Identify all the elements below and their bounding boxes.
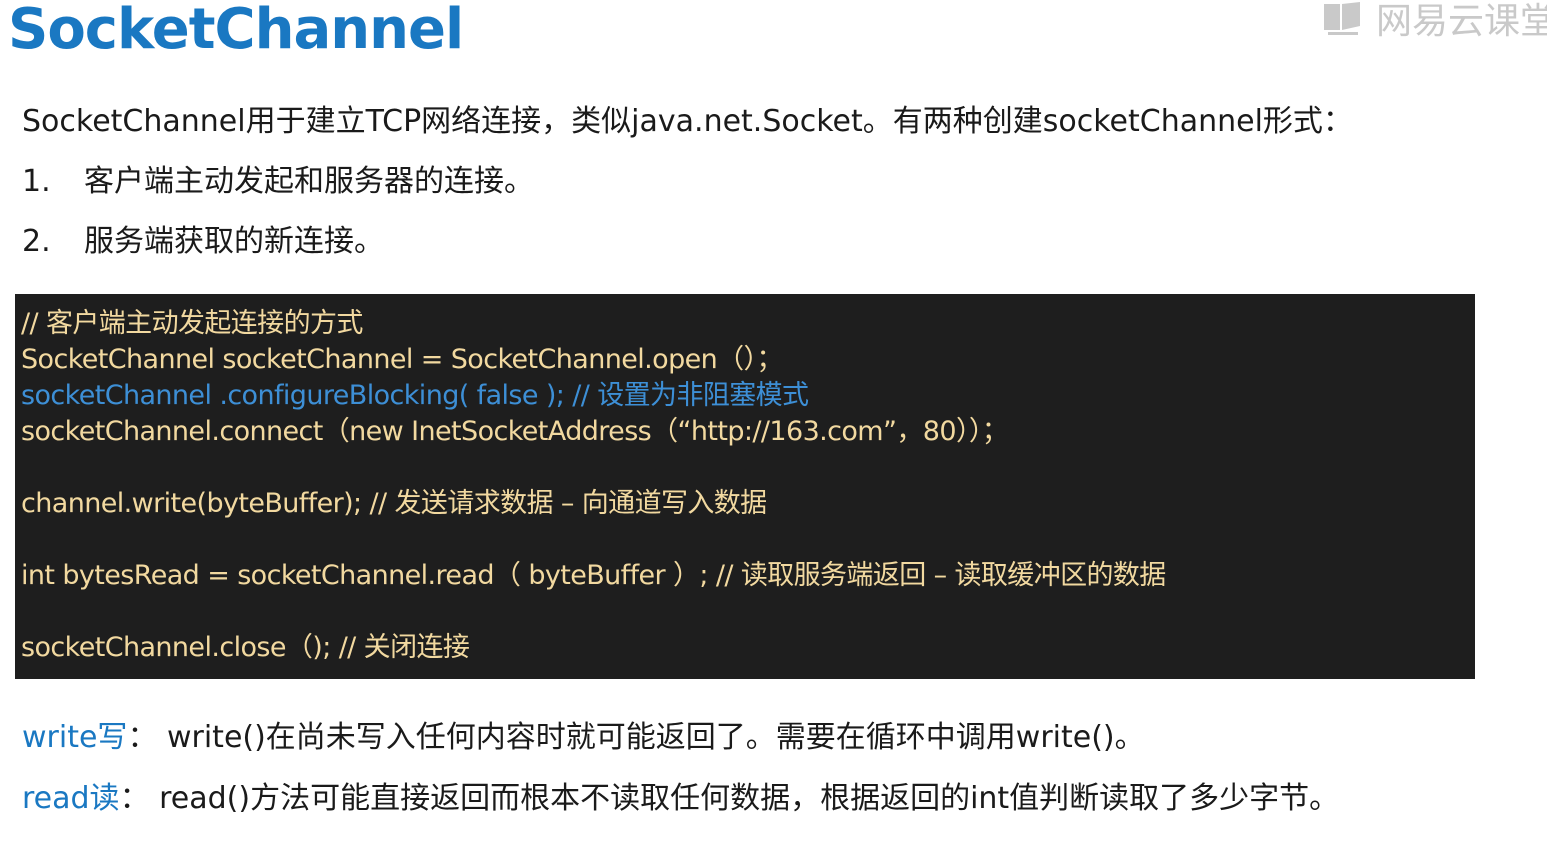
code-line-configure-blocking: socketChannel .configureBlocking( false … bbox=[21, 380, 809, 411]
list-item: 2. 服务端获取的新连接。 bbox=[22, 220, 534, 280]
watermark: 网易云课堂 bbox=[1322, 0, 1547, 42]
write-key: write写 bbox=[22, 720, 128, 755]
creation-list: 1. 客户端主动发起和服务器的连接。 2. 服务端获取的新连接。 bbox=[22, 160, 534, 280]
code-line-write: channel.write(byteBuffer); // 发送请求数据 – 向… bbox=[21, 488, 767, 519]
watermark-text: 网易云课堂 bbox=[1376, 1, 1547, 42]
code-line-connect: socketChannel.connect（new InetSocketAddr… bbox=[21, 416, 1009, 447]
code-line-open: SocketChannel socketChannel = SocketChan… bbox=[21, 344, 783, 375]
code-spacer bbox=[21, 594, 1475, 630]
code-block: // 客户端主动发起连接的方式 SocketChannel socketChan… bbox=[15, 294, 1475, 679]
write-text: ： write()在尚未写入任何内容时就可能返回了。需要在循环中调用write(… bbox=[127, 720, 1145, 755]
read-key: read读 bbox=[22, 781, 120, 816]
code-comment: // 客户端主动发起连接的方式 bbox=[21, 308, 363, 339]
read-text: ： read()方法可能直接返回而根本不读取任何数据，根据返回的int值判断读取… bbox=[119, 781, 1340, 816]
book-logo-icon bbox=[1322, 0, 1364, 36]
code-line-close: socketChannel.close（); // 关闭连接 bbox=[21, 632, 470, 663]
intro-text: SocketChannel用于建立TCP网络连接，类似java.net.Sock… bbox=[22, 104, 1353, 139]
list-number: 1. bbox=[22, 164, 51, 199]
list-item: 1. 客户端主动发起和服务器的连接。 bbox=[22, 160, 534, 220]
list-number: 2. bbox=[22, 224, 51, 259]
page-title: SocketChannel bbox=[8, 0, 464, 62]
list-text: 服务端获取的新连接。 bbox=[84, 224, 384, 259]
code-spacer bbox=[21, 450, 1475, 486]
read-note: read读： read()方法可能直接返回而根本不读取任何数据，根据返回的int… bbox=[22, 777, 1339, 821]
code-line-read: int bytesRead = socketChannel.read（ byte… bbox=[21, 560, 1166, 591]
write-note: write写： write()在尚未写入任何内容时就可能返回了。需要在循环中调用… bbox=[22, 716, 1145, 760]
list-text: 客户端主动发起和服务器的连接。 bbox=[84, 164, 534, 199]
code-spacer bbox=[21, 522, 1475, 558]
